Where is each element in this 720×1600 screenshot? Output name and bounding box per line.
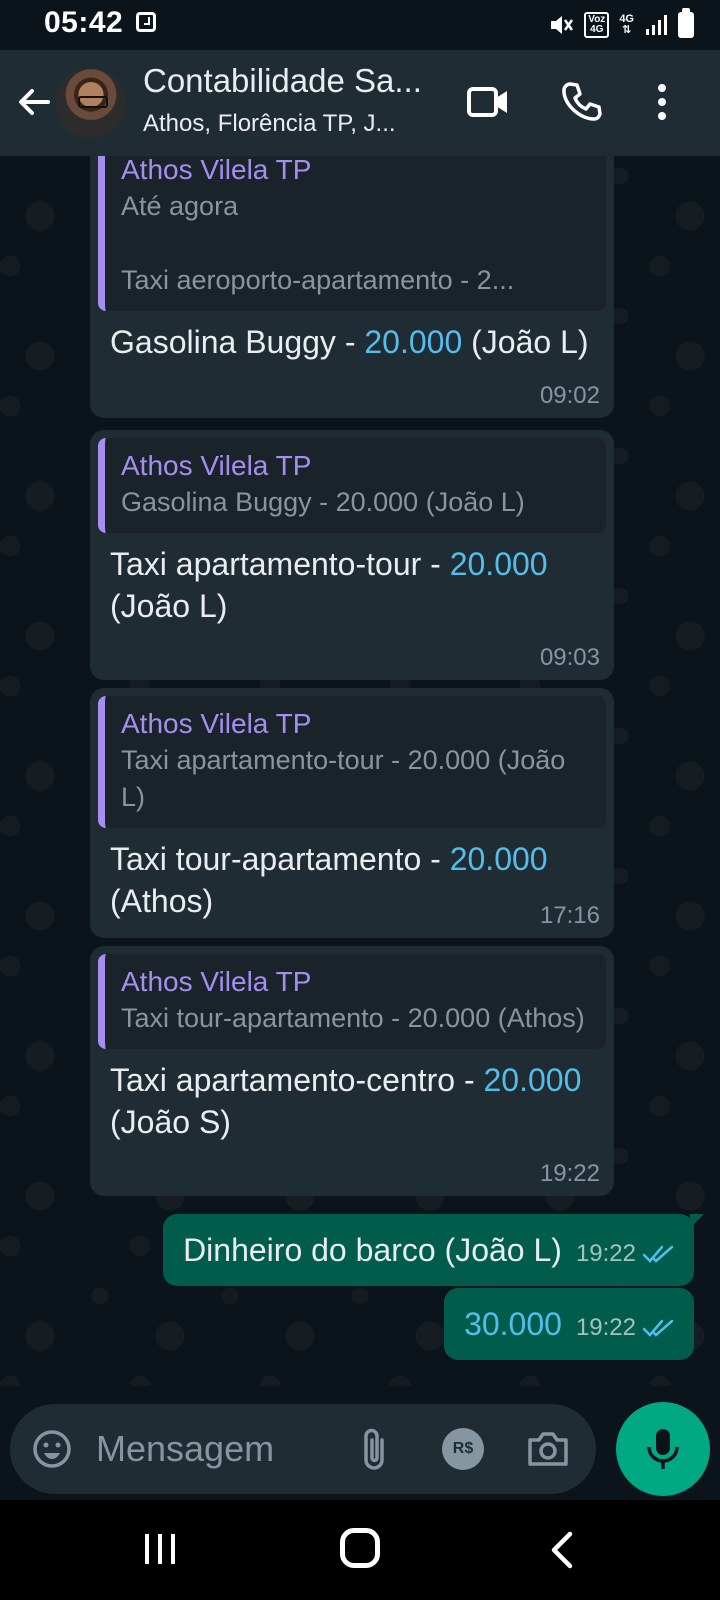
volte-badge: Voz 4G <box>584 12 610 38</box>
quote-text: Taxi tour-apartamento - 20.000 (Athos) <box>121 1003 585 1033</box>
bubble-tail <box>690 1214 704 1228</box>
battery-icon <box>678 8 694 38</box>
message-composer: Mensagem R$ <box>10 1404 596 1494</box>
read-ticks-icon <box>642 1319 674 1337</box>
amount-link[interactable]: 30.000 <box>464 1304 562 1344</box>
quote-author: Athos Vilela TP <box>121 156 312 185</box>
currency-icon[interactable]: R$ <box>442 1428 484 1470</box>
volte-network: 4G <box>590 24 604 35</box>
quote-text: Gasolina Buggy - 20.000 (João L) <box>121 487 525 517</box>
quoted-message[interactable]: Athos Vilela TP Até agora Taxi aeroporto… <box>98 156 606 311</box>
phone-icon[interactable] <box>560 80 602 122</box>
status-bar: 05:42 Voz 4G 4G ⇅ <box>0 0 720 50</box>
quoted-message[interactable]: Athos Vilela TP Taxi apartamento-tour - … <box>98 696 606 828</box>
outgoing-message[interactable]: Dinheiro do barco (João L) 19:22 <box>163 1214 704 1286</box>
amount-link[interactable]: 20.000 <box>484 1062 582 1098</box>
mute-icon <box>551 16 574 34</box>
read-ticks-icon <box>642 1245 674 1263</box>
quote-line: Taxi aeroporto-apartamento - 2... <box>121 265 515 295</box>
chat-members[interactable]: Athos, Florência TP, J... <box>143 110 443 138</box>
signal-icon <box>646 15 667 35</box>
message-text-part: (João L) <box>110 588 228 624</box>
quote-text: Taxi apartamento-tour - 20.000 (João L) <box>121 745 566 812</box>
message-time: 17:16 <box>539 902 600 929</box>
voice-message-button[interactable] <box>616 1402 710 1496</box>
quote-line: Até agora <box>121 191 239 221</box>
quoted-message[interactable]: Athos Vilela TP Gasolina Buggy - 20.000 … <box>98 438 606 533</box>
message-time: 19:22 <box>539 1160 600 1187</box>
message-text: Dinheiro do barco (João L) <box>183 1232 562 1268</box>
arrow-left-icon[interactable] <box>14 82 54 122</box>
home-icon[interactable] <box>340 1528 380 1568</box>
message-time: 09:03 <box>539 644 600 671</box>
quoted-message[interactable]: Athos Vilela TP Taxi tour-apartamento - … <box>98 954 606 1049</box>
amount-link[interactable]: 20.000 <box>450 841 548 877</box>
message-text-part: Gasolina Buggy - <box>110 324 365 360</box>
incoming-message[interactable]: Athos Vilela TP Taxi tour-apartamento - … <box>90 946 614 1196</box>
message-text: Taxi apartamento-centro - 20.000 (João S… <box>98 1049 606 1143</box>
incoming-message[interactable]: Athos Vilela TP Gasolina Buggy - 20.000 … <box>90 430 614 680</box>
quote-author: Athos Vilela TP <box>121 450 312 481</box>
message-text: Gasolina Buggy - 20.000 (João L) <box>98 311 606 363</box>
message-text-part: (João L) <box>462 324 589 360</box>
chat-title[interactable]: Contabilidade Sa... <box>143 62 443 100</box>
quote-author: Athos Vilela TP <box>121 708 312 739</box>
incoming-message[interactable]: Athos Vilela TP Até agora Taxi aeroporto… <box>90 156 614 418</box>
emoji-icon[interactable] <box>32 1429 72 1469</box>
video-camera-icon[interactable] <box>466 84 510 120</box>
chat-messages[interactable]: Athos Vilela TP Até agora Taxi aeroporto… <box>0 156 720 1386</box>
message-text: Taxi tour-apartamento - 20.000 (Athos) <box>98 828 606 922</box>
system-nav-bar <box>0 1500 720 1600</box>
outgoing-message[interactable]: 30.000 19:22 <box>444 1288 694 1360</box>
message-meta: 19:22 <box>576 1314 676 1344</box>
message-meta: 19:22 <box>576 1240 676 1270</box>
avatar[interactable] <box>56 68 126 138</box>
message-text-part: (Athos) <box>110 883 214 919</box>
recents-icon[interactable] <box>142 1530 178 1568</box>
message-text-part: Taxi tour-apartamento - <box>110 841 450 877</box>
message-time: 09:02 <box>539 382 600 409</box>
quote-author: Athos Vilela TP <box>121 966 312 997</box>
paperclip-icon[interactable] <box>360 1426 390 1472</box>
message-time: 19:22 <box>575 1314 636 1341</box>
microphone-icon <box>647 1429 679 1469</box>
message-text-part: (João S) <box>110 1104 231 1140</box>
amount-link[interactable]: 20.000 <box>364 324 462 360</box>
network-indicator: 4G ⇅ <box>619 14 634 36</box>
status-time: 05:42 <box>44 6 124 39</box>
message-text-part: Taxi apartamento-tour - <box>110 546 450 582</box>
more-vertical-icon[interactable] <box>646 80 678 124</box>
quote-line <box>121 225 586 262</box>
message-time: 19:22 <box>575 1240 636 1267</box>
amount-link[interactable]: 20.000 <box>450 546 548 582</box>
chat-header: Contabilidade Sa... Athos, Florência TP,… <box>0 50 720 156</box>
camera-icon[interactable] <box>526 1428 570 1468</box>
incoming-message[interactable]: Athos Vilela TP Taxi apartamento-tour - … <box>90 688 614 938</box>
alarm-icon <box>136 12 156 32</box>
back-icon[interactable] <box>546 1530 576 1570</box>
message-text: Taxi apartamento-tour - 20.000 (João L) <box>98 533 606 627</box>
message-text-part: Taxi apartamento-centro - <box>110 1062 484 1098</box>
message-input[interactable]: Mensagem <box>96 1428 274 1470</box>
data-arrows-icon: ⇅ <box>622 24 632 36</box>
status-icons: Voz 4G 4G ⇅ <box>548 8 694 42</box>
